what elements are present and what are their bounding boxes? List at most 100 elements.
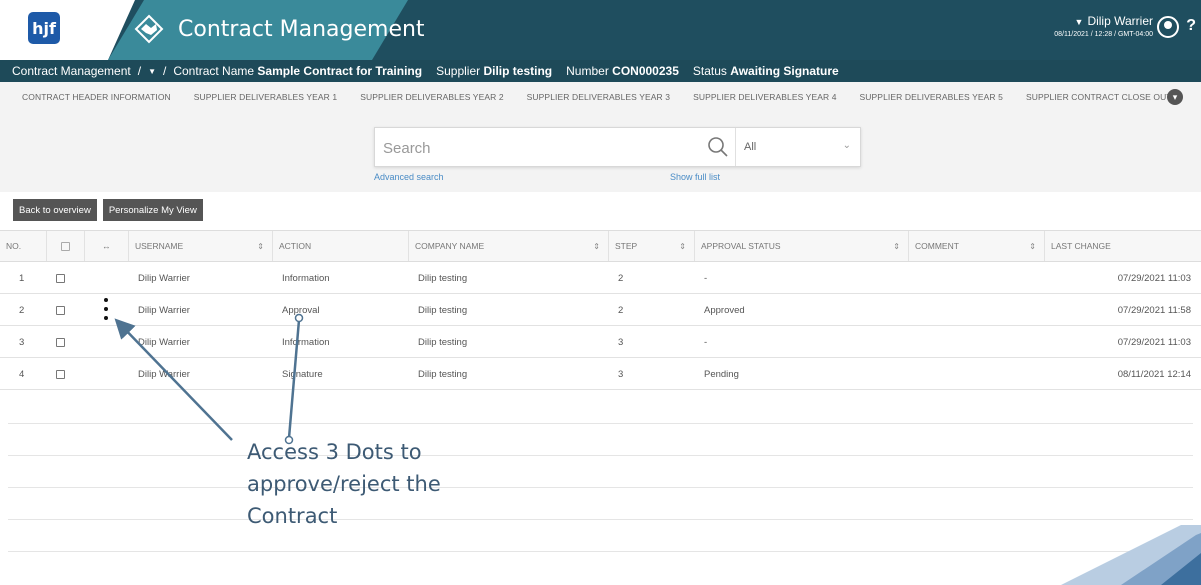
row-approval-status: - [704, 272, 708, 284]
tab-deliverables-year-3[interactable]: SUPPLIER DELIVERABLES YEAR 3 [527, 92, 670, 102]
sort-icon[interactable]: ⇕ [257, 242, 264, 251]
row-actions-dots-icon[interactable] [103, 298, 109, 324]
tab-contract-close-out[interactable]: SUPPLIER CONTRACT CLOSE OUT [1026, 92, 1172, 102]
column-approval-status[interactable]: APPROVAL STATUS ⇕ [694, 231, 908, 261]
empty-row-divider [8, 519, 1193, 520]
session-timestamp: 08/11/2021 / 12:28 / GMT-04:00 [1054, 31, 1153, 38]
search-icon[interactable] [705, 134, 731, 160]
supplier-field: Supplier Dilip testing [436, 64, 553, 78]
back-to-overview-button[interactable]: Back to overview [13, 199, 97, 221]
row-number: 2 [19, 304, 25, 316]
top-header: hjf Contract Management ▼ Dilip Warrier 0… [0, 0, 1201, 60]
column-username[interactable]: USERNAME ⇕ [128, 231, 272, 261]
column-no: NO. [6, 241, 22, 251]
chevron-down-icon: ⌄ [842, 140, 851, 151]
row-last-change: 08/11/2021 12:14 [1117, 368, 1191, 380]
decorative-corner-stripes [1061, 525, 1201, 585]
column-last-change[interactable]: LAST CHANGE [1044, 231, 1201, 261]
row-username: Dilip Warrier [138, 336, 190, 348]
row-number: 4 [19, 368, 25, 380]
tab-deliverables-year-1[interactable]: SUPPLIER DELIVERABLES YEAR 1 [194, 92, 337, 102]
empty-row-divider [8, 423, 1193, 424]
tab-deliverables-year-5[interactable]: SUPPLIER DELIVERABLES YEAR 5 [860, 92, 1003, 102]
row-checkbox[interactable] [56, 358, 65, 390]
more-tabs-chevron-icon[interactable]: ▾ [1167, 89, 1183, 105]
column-company[interactable]: COMPANY NAME ⇕ [408, 231, 608, 261]
user-menu[interactable]: ▼ Dilip Warrier 08/11/2021 / 12:28 / GMT-… [1054, 14, 1153, 38]
row-step: 3 [618, 336, 624, 348]
row-checkbox[interactable] [56, 326, 65, 358]
table-row[interactable]: 1 Dilip Warrier Information Dilip testin… [0, 262, 1201, 294]
search-input[interactable] [383, 136, 683, 160]
row-username: Dilip Warrier [138, 368, 190, 380]
row-username: Dilip Warrier [138, 272, 190, 284]
row-username: Dilip Warrier [138, 304, 190, 316]
column-comment[interactable]: COMMENT ⇕ [908, 231, 1044, 261]
row-last-change: 07/29/2021 11:03 [1117, 336, 1191, 348]
column-step[interactable]: STEP ⇕ [608, 231, 694, 261]
row-approval-status: Approved [704, 304, 745, 316]
tab-contract-header[interactable]: CONTRACT HEADER INFORMATION [22, 92, 171, 102]
sort-icon[interactable]: ⇕ [1029, 242, 1036, 251]
sort-icon[interactable]: ⇕ [593, 242, 600, 251]
row-approval-status: Pending [704, 368, 739, 380]
breadcrumb-separator: / [163, 64, 167, 78]
row-action: Approval [282, 304, 320, 316]
table-row[interactable]: 2 Dilip Warrier Approval Dilip testing 2… [0, 294, 1201, 326]
empty-row-divider [8, 551, 1193, 552]
row-last-change: 07/29/2021 11:03 [1117, 272, 1191, 284]
row-action: Information [282, 336, 330, 348]
tab-deliverables-year-4[interactable]: SUPPLIER DELIVERABLES YEAR 4 [693, 92, 836, 102]
row-number: 3 [19, 336, 25, 348]
hjf-logo[interactable]: hjf [28, 12, 60, 44]
number-field: Number CON000235 [566, 64, 679, 78]
row-last-change: 07/29/2021 11:58 [1117, 304, 1191, 316]
row-action: Information [282, 272, 330, 284]
chevron-down-icon: ▼ [1074, 17, 1084, 27]
row-company: Dilip testing [418, 272, 468, 284]
table-header: NO. ↔ USERNAME ⇕ ACTION COMPANY NAME ⇕ STE… [0, 230, 1201, 262]
user-avatar-icon[interactable] [1157, 16, 1179, 38]
row-number: 1 [19, 272, 25, 284]
column-action[interactable]: ACTION [272, 231, 408, 261]
contract-name-field: Contract Name Sample Contract for Traini… [173, 64, 423, 78]
personalize-view-button[interactable]: Personalize My View [102, 199, 203, 221]
row-checkbox[interactable] [56, 262, 65, 294]
show-full-list-link[interactable]: Show full list [670, 172, 720, 182]
resize-columns-icon[interactable]: ↔ [84, 231, 128, 261]
app-title: Contract Management [178, 17, 425, 42]
empty-row-divider [8, 455, 1193, 456]
search-scope-select[interactable]: All ⌄ [735, 128, 861, 166]
sort-icon[interactable]: ⇕ [893, 242, 900, 251]
breadcrumb-root[interactable]: Contract Management [12, 64, 131, 78]
row-company: Dilip testing [418, 368, 468, 380]
status-field: Status Awaiting Signature [692, 64, 839, 78]
user-name: Dilip Warrier [1087, 14, 1153, 28]
advanced-search-link[interactable]: Advanced search [374, 172, 444, 182]
row-step: 2 [618, 272, 624, 284]
handshake-icon [134, 14, 164, 44]
breadcrumb: Contract Management / ▼ / Contract Name … [0, 60, 1201, 82]
search-panel: All ⌄ Advanced search Show full list [0, 112, 1201, 192]
annotation-callout: Access 3 Dots to approve/reject the Cont… [247, 440, 441, 528]
empty-row-divider [8, 487, 1193, 488]
row-company: Dilip testing [418, 336, 468, 348]
select-all-checkbox[interactable] [46, 231, 84, 261]
sort-icon[interactable]: ⇕ [679, 242, 686, 251]
section-tabs: CONTRACT HEADER INFORMATION SUPPLIER DEL… [0, 82, 1201, 112]
row-company: Dilip testing [418, 304, 468, 316]
table-row[interactable]: 3 Dilip Warrier Information Dilip testin… [0, 326, 1201, 358]
table-row[interactable]: 4 Dilip Warrier Signature Dilip testing … [0, 358, 1201, 390]
search-scope-value: All [744, 141, 757, 153]
row-action: Signature [282, 368, 323, 380]
row-step: 2 [618, 304, 624, 316]
search-box: All ⌄ [374, 127, 861, 167]
help-button[interactable]: ? [1186, 17, 1196, 35]
toolbar: Back to overview Personalize My View [13, 199, 203, 221]
breadcrumb-separator: / [137, 64, 142, 78]
row-checkbox[interactable] [56, 294, 65, 326]
row-step: 3 [618, 368, 624, 380]
breadcrumb-dropdown-icon[interactable]: ▼ [148, 67, 156, 76]
row-approval-status: - [704, 336, 708, 348]
tab-deliverables-year-2[interactable]: SUPPLIER DELIVERABLES YEAR 2 [360, 92, 503, 102]
